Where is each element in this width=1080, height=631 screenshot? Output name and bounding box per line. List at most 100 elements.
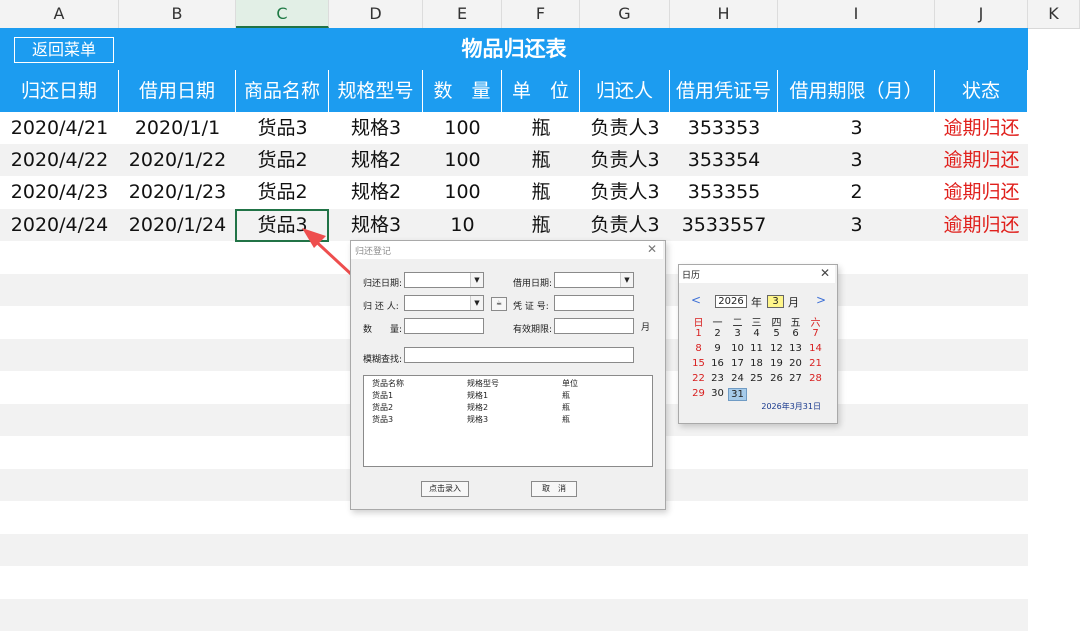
- calendar-day[interactable]: 19: [767, 358, 786, 369]
- table-cell[interactable]: 3: [778, 112, 935, 144]
- chevron-down-icon[interactable]: ▼: [620, 273, 633, 287]
- calendar-day[interactable]: 6: [786, 328, 805, 339]
- calendar-day[interactable]: 12: [767, 343, 786, 354]
- column-letter-k[interactable]: K: [1028, 0, 1080, 28]
- calendar-day[interactable]: 22: [689, 373, 708, 384]
- calendar-day[interactable]: 2: [708, 328, 727, 339]
- calendar-day[interactable]: 24: [728, 373, 747, 384]
- table-cell[interactable]: 货品3: [236, 112, 329, 144]
- calendar-day[interactable]: 23: [708, 373, 727, 384]
- calendar-day[interactable]: 14: [806, 343, 825, 354]
- close-icon[interactable]: ✕: [647, 242, 657, 256]
- table-cell[interactable]: 100: [423, 144, 502, 176]
- column-letter-i[interactable]: I: [778, 0, 935, 28]
- next-month-icon[interactable]: >: [816, 293, 826, 307]
- calendar-day[interactable]: 30: [708, 388, 727, 399]
- table-cell[interactable]: 2020/4/22: [0, 144, 119, 176]
- table-cell[interactable]: 负责人3: [580, 176, 670, 208]
- table-cell[interactable]: 3: [778, 209, 935, 241]
- header-cell[interactable]: 单 位: [502, 70, 580, 112]
- table-cell[interactable]: 逾期归还: [935, 112, 1028, 144]
- voucher-input[interactable]: [554, 295, 634, 311]
- table-cell[interactable]: 瓶: [502, 144, 580, 176]
- column-letter-d[interactable]: D: [329, 0, 423, 28]
- calendar-day[interactable]: 17: [728, 358, 747, 369]
- table-cell[interactable]: 负责人3: [580, 112, 670, 144]
- valid-period-input[interactable]: [554, 318, 634, 334]
- calendar-day[interactable]: 20: [786, 358, 805, 369]
- list-item[interactable]: 货品1 规格1 瓶: [364, 390, 652, 401]
- column-letter-h[interactable]: H: [670, 0, 778, 28]
- calendar-day[interactable]: 15: [689, 358, 708, 369]
- table-cell[interactable]: 3: [778, 144, 935, 176]
- calendar-day[interactable]: 4: [747, 328, 766, 339]
- returner-combo[interactable]: ▼: [404, 295, 484, 311]
- column-letter-b[interactable]: B: [119, 0, 236, 28]
- calendar-day[interactable]: 16: [708, 358, 727, 369]
- year-field[interactable]: 2026: [715, 295, 747, 308]
- list-item[interactable]: 货品3 规格3 瓶: [364, 414, 652, 425]
- calendar-day[interactable]: 28: [806, 373, 825, 384]
- calendar-day[interactable]: 13: [786, 343, 805, 354]
- table-cell[interactable]: 100: [423, 112, 502, 144]
- header-cell[interactable]: 规格型号: [329, 70, 423, 112]
- table-cell[interactable]: 10: [423, 209, 502, 241]
- table-cell[interactable]: 负责人3: [580, 144, 670, 176]
- borrow-date-combo[interactable]: ▼: [554, 272, 634, 288]
- table-cell[interactable]: 353355: [670, 176, 778, 208]
- table-cell[interactable]: 2020/4/24: [0, 209, 119, 241]
- table-cell[interactable]: 2020/4/23: [0, 176, 119, 208]
- column-letter-e[interactable]: E: [423, 0, 502, 28]
- table-cell[interactable]: 3533557: [670, 209, 778, 241]
- table-row[interactable]: 2020/4/24 2020/1/24 货品3 规格3 10 瓶负责人3 3533557 3 逾…: [0, 209, 1028, 241]
- header-cell[interactable]: 数 量: [423, 70, 502, 112]
- enter-button[interactable]: 点击录入: [421, 481, 469, 497]
- header-cell[interactable]: 状态: [935, 70, 1028, 112]
- table-cell[interactable]: 规格2: [329, 144, 423, 176]
- table-cell[interactable]: 货品2: [236, 176, 329, 208]
- table-cell[interactable]: 353354: [670, 144, 778, 176]
- calendar-day[interactable]: 27: [786, 373, 805, 384]
- calendar-day[interactable]: 25: [747, 373, 766, 384]
- calendar-day[interactable]: 7: [806, 328, 825, 339]
- table-cell[interactable]: 2020/1/22: [119, 144, 236, 176]
- table-cell[interactable]: 规格2: [329, 176, 423, 208]
- table-cell[interactable]: 瓶: [502, 209, 580, 241]
- list-item[interactable]: 货品2 规格2 瓶: [364, 402, 652, 413]
- close-icon[interactable]: ✕: [820, 266, 830, 280]
- calendar-day[interactable]: 21: [806, 358, 825, 369]
- calendar-day[interactable]: 5: [767, 328, 786, 339]
- column-letter-j[interactable]: J: [935, 0, 1028, 28]
- calendar-day[interactable]: 31: [728, 388, 747, 401]
- calendar-day[interactable]: 9: [708, 343, 727, 354]
- table-cell[interactable]: 逾期归还: [935, 144, 1028, 176]
- header-cell[interactable]: 归还人: [580, 70, 670, 112]
- goods-listbox[interactable]: 货品名称 规格型号 单位 货品1 规格1 瓶 货品2 规格2 瓶 货品3 规格3…: [363, 375, 653, 467]
- table-cell[interactable]: 2020/1/1: [119, 112, 236, 144]
- fuzzy-search-input[interactable]: [404, 347, 634, 363]
- table-cell[interactable]: 2020/4/21: [0, 112, 119, 144]
- today-label[interactable]: 2026年3月31日: [679, 401, 835, 412]
- column-letter-f[interactable]: F: [502, 0, 580, 28]
- calendar-day[interactable]: 11: [747, 343, 766, 354]
- table-cell[interactable]: 353353: [670, 112, 778, 144]
- calendar-day[interactable]: 29: [689, 388, 708, 399]
- table-row[interactable]: 2020/4/21 2020/1/1 货品3 规格3 100 瓶负责人3 353353 3 逾期…: [0, 112, 1028, 144]
- column-letter-c[interactable]: C: [236, 0, 329, 28]
- calendar-day[interactable]: 18: [747, 358, 766, 369]
- header-cell[interactable]: 归还日期: [0, 70, 119, 112]
- calendar-day[interactable]: 3: [728, 328, 747, 339]
- header-cell[interactable]: 借用凭证号: [670, 70, 778, 112]
- header-cell[interactable]: 商品名称: [236, 70, 329, 112]
- table-cell[interactable]: 100: [423, 176, 502, 208]
- column-letter-g[interactable]: G: [580, 0, 670, 28]
- table-row[interactable]: 2020/4/22 2020/1/22 货品2 规格2 100 瓶负责人3 353354 3 逾…: [0, 144, 1028, 176]
- return-date-combo[interactable]: ▼: [404, 272, 484, 288]
- lookup-icon[interactable]: ☕: [491, 297, 507, 311]
- back-to-menu-button[interactable]: 返回菜单: [14, 37, 114, 63]
- calendar-day[interactable]: 1: [689, 328, 708, 339]
- table-cell[interactable]: 逾期归还: [935, 209, 1028, 241]
- table-row[interactable]: 2020/4/23 2020/1/23 货品2 规格2 100 瓶负责人3 353355 2 逾…: [0, 176, 1028, 208]
- table-cell[interactable]: 瓶: [502, 176, 580, 208]
- prev-month-icon[interactable]: <: [691, 293, 701, 307]
